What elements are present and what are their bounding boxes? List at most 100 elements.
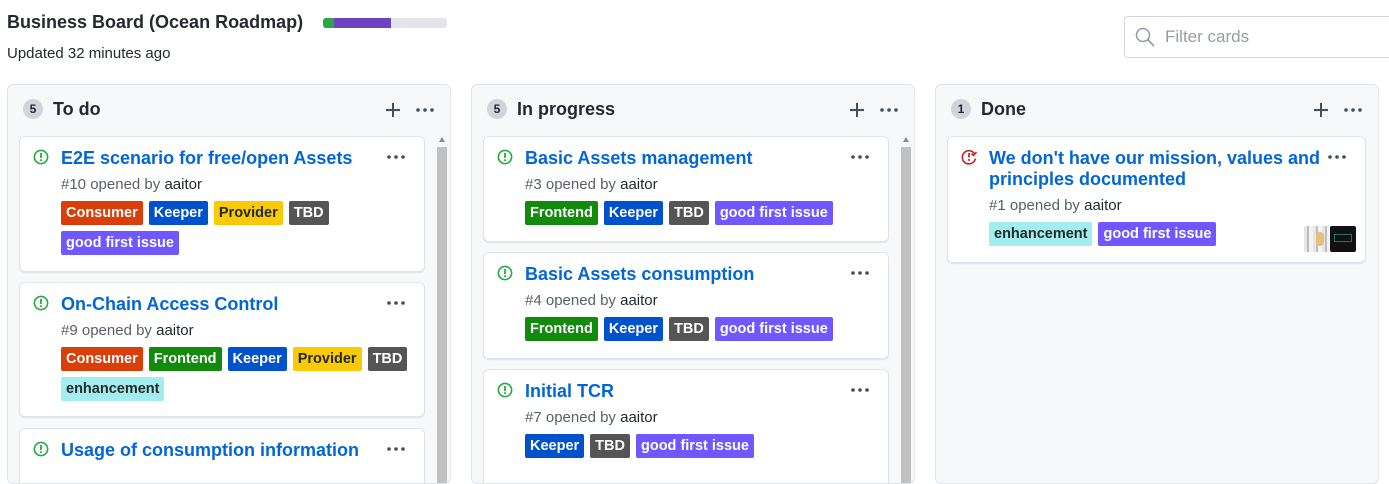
author-link[interactable]: aaitor [1084,197,1122,214]
issue-card[interactable]: We don't have our mission, values and pr… [947,136,1366,263]
column-actions [1308,97,1366,123]
column-menu-button[interactable] [876,97,902,123]
label-keeper[interactable]: Keeper [525,434,585,458]
scroll-up-arrow-icon[interactable] [903,137,909,142]
card-labels: Consumer Keeper Provider TBD good first issu… [61,201,414,261]
card-meta: #4 opened by aaitor [525,292,658,309]
board-title-row: Business Board (Ocean Roadmap) [7,12,448,33]
kebab-horizontal-icon [387,447,405,451]
label-good-first-issue[interactable]: good first issue [1098,222,1217,246]
card-meta: #10 opened by aaitor [61,176,202,193]
label-good-first-issue[interactable]: good first issue [61,231,179,255]
scrollbar-thumb[interactable] [437,147,447,483]
label-frontend[interactable]: Frontend [148,347,222,371]
plus-icon [1314,103,1328,117]
add-card-button[interactable] [1308,97,1334,123]
opened-by-text: opened by [1009,197,1080,214]
card-title[interactable]: E2E scenario for free/open Assets [61,148,384,169]
card-labels: Consumer Frontend Keeper Provider TBD enhance… [61,347,414,407]
issue-opened-icon [33,149,49,165]
column-done: 1 Done We don't have our mission, values… [935,84,1379,484]
issue-number: #3 [525,176,542,193]
filter-cards-box[interactable] [1124,16,1389,58]
label-enhancement[interactable]: enhancement [61,377,165,401]
add-card-button[interactable] [844,97,870,123]
add-card-button[interactable] [380,97,406,123]
avatar[interactable] [1330,226,1356,252]
column-scrollbar[interactable] [901,137,911,483]
label-good-first-issue[interactable]: good first issue [714,201,833,225]
board-progress-bar [323,17,448,28]
issue-card[interactable]: Basic Assets management #3 opened by aai… [483,136,889,242]
issue-opened-icon [33,441,49,457]
author-link[interactable]: aaitor [620,409,658,426]
card-title[interactable]: Basic Assets consumption [525,264,848,285]
issue-card[interactable]: Usage of consumption information [19,428,425,483]
card-menu-button[interactable] [850,382,870,398]
avatar[interactable] [1304,226,1330,252]
card-title[interactable]: On-Chain Access Control [61,294,384,315]
column-name: To do [53,98,101,119]
label-keeper[interactable]: Keeper [227,347,287,371]
scroll-up-arrow-icon[interactable] [439,137,445,142]
card-menu-button[interactable] [850,149,870,165]
card-title[interactable]: Initial TCR [525,381,848,402]
label-keeper[interactable]: Keeper [603,317,663,341]
plus-icon [386,103,400,117]
kebab-horizontal-icon [851,271,869,275]
label-good-first-issue[interactable]: good first issue [635,434,754,458]
column-menu-button[interactable] [412,97,438,123]
card-menu-button[interactable] [386,149,406,165]
author-link[interactable]: aaitor [620,176,658,193]
label-consumer[interactable]: Consumer [61,347,143,371]
label-tbd[interactable]: TBD [590,434,630,458]
label-frontend[interactable]: Frontend [525,317,598,341]
card-title[interactable]: We don't have our mission, values and pr… [989,148,1325,190]
label-tbd[interactable]: TBD [669,317,709,341]
label-tbd[interactable]: TBD [367,347,408,371]
author-link[interactable]: aaitor [164,176,202,193]
issue-opened-icon [33,295,49,311]
label-keeper[interactable]: Keeper [603,201,663,225]
kebab-horizontal-icon [416,108,434,112]
issue-opened-icon [497,149,513,165]
issue-card[interactable]: E2E scenario for free/open Assets #10 op… [19,136,425,272]
issue-number: #1 [989,197,1006,214]
column-menu-button[interactable] [1340,97,1366,123]
card-labels: Keeper TBD good first issue [525,434,878,464]
issue-card[interactable]: Basic Assets consumption #4 opened by aa… [483,252,889,359]
label-enhancement[interactable]: enhancement [989,222,1093,246]
label-good-first-issue[interactable]: good first issue [714,317,833,341]
card-menu-button[interactable] [1327,149,1347,165]
card-title[interactable]: Basic Assets management [525,148,848,169]
card-menu-button[interactable] [386,295,406,311]
filter-cards-input[interactable] [1163,26,1383,48]
column-card-count: 1 [951,99,971,119]
column-name: In progress [517,98,616,119]
card-meta: #9 opened by aaitor [61,322,194,339]
author-link[interactable]: aaitor [620,292,658,309]
card-menu-button[interactable] [386,441,406,457]
issue-card[interactable]: On-Chain Access Control #9 opened by aai… [19,282,425,417]
label-frontend[interactable]: Frontend [525,201,598,225]
author-link[interactable]: aaitor [156,322,194,339]
card-meta: #7 opened by aaitor [525,409,658,426]
plus-icon [850,103,864,117]
issue-card[interactable]: Initial TCR #7 opened by aaitor Keeper TB… [483,369,889,483]
label-keeper[interactable]: Keeper [148,201,208,225]
column-header: 1 Done [936,85,1378,133]
column-in-progress: 5 In progress Basic Assets management #3… [471,84,915,484]
label-consumer[interactable]: Consumer [61,201,143,225]
label-provider[interactable]: Provider [292,347,362,371]
scrollbar-thumb[interactable] [901,147,911,483]
card-title[interactable]: Usage of consumption information [61,440,384,461]
label-provider[interactable]: Provider [213,201,283,225]
issue-number: #10 [61,176,87,193]
column-card-count: 5 [23,99,43,119]
card-menu-button[interactable] [850,265,870,281]
board-header: Business Board (Ocean Roadmap) Updated 3… [7,12,448,62]
column-scrollbar[interactable] [437,137,447,483]
label-tbd[interactable]: TBD [669,201,709,225]
card-labels: Frontend Keeper TBD good first issue [525,201,878,231]
label-tbd[interactable]: TBD [288,201,329,225]
